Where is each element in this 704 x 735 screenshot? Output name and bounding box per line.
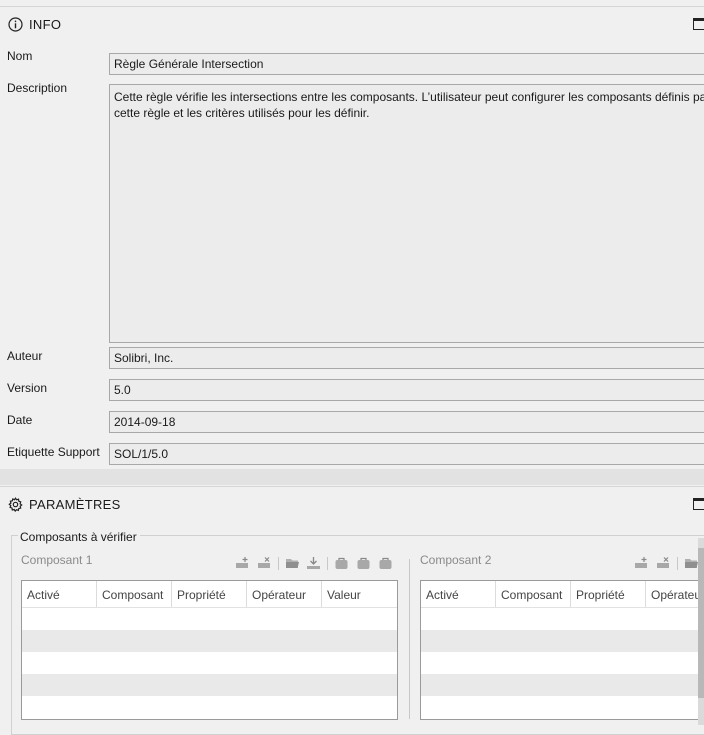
column-header-propriete[interactable]: Propriété bbox=[172, 581, 247, 607]
nom-label: Nom bbox=[7, 49, 32, 63]
table-row[interactable] bbox=[421, 652, 704, 674]
composant-2-table-header: Activé Composant Propriété Opérateur bbox=[421, 581, 704, 608]
date-field[interactable]: 2014-09-18 bbox=[109, 411, 704, 433]
toolbar-separator bbox=[327, 557, 328, 570]
parametres-panel-title: PARAMÈTRES bbox=[29, 497, 121, 512]
panel-separator bbox=[0, 469, 704, 485]
column-header-active[interactable]: Activé bbox=[421, 581, 496, 607]
table-row[interactable] bbox=[421, 674, 704, 696]
composant-2-title: Composant 2 bbox=[420, 553, 491, 567]
composant-1-table[interactable]: Activé Composant Propriété Opérateur Val… bbox=[21, 580, 398, 720]
table-row[interactable] bbox=[22, 630, 397, 652]
gear-icon bbox=[8, 497, 23, 512]
nom-field[interactable]: Règle Générale Intersection bbox=[109, 53, 704, 75]
column-header-operateur[interactable]: Opérateur bbox=[247, 581, 322, 607]
delete-row-icon[interactable] bbox=[656, 556, 671, 570]
composant-2-table[interactable]: Activé Composant Propriété Opérateur bbox=[420, 580, 704, 720]
column-header-active[interactable]: Activé bbox=[22, 581, 97, 607]
description-label: Description bbox=[7, 81, 67, 95]
table-row[interactable] bbox=[22, 652, 397, 674]
column-header-composant[interactable]: Composant bbox=[97, 581, 172, 607]
window-restore-icon[interactable] bbox=[693, 18, 704, 30]
scrollbar-thumb[interactable] bbox=[698, 548, 704, 698]
description-field[interactable]: Cette règle vérifie les intersections en… bbox=[109, 84, 704, 343]
folder-open-icon[interactable] bbox=[285, 556, 300, 570]
table-row[interactable] bbox=[22, 674, 397, 696]
column-header-propriete[interactable]: Propriété bbox=[571, 581, 646, 607]
table-row[interactable] bbox=[421, 630, 704, 652]
folder-open-icon[interactable] bbox=[684, 556, 699, 570]
version-field[interactable]: 5.0 bbox=[109, 379, 704, 401]
etiquette-support-field[interactable]: SOL/1/5.0 bbox=[109, 443, 704, 465]
parametres-panel-header[interactable]: PARAMÈTRES bbox=[0, 487, 704, 521]
import-icon[interactable] bbox=[306, 556, 321, 570]
info-panel-title: INFO bbox=[29, 17, 61, 32]
toolbar-separator bbox=[677, 557, 678, 570]
parametres-panel: PARAMÈTRES Composants à vérifier Composa… bbox=[0, 486, 704, 726]
info-panel-header[interactable]: INFO bbox=[0, 7, 704, 41]
table-row[interactable] bbox=[22, 696, 397, 718]
bag-icon[interactable] bbox=[334, 556, 349, 570]
auteur-label: Auteur bbox=[7, 349, 42, 363]
info-panel: INFO Nom Règle Générale Intersection Des… bbox=[0, 6, 704, 469]
window-restore-icon[interactable] bbox=[693, 498, 704, 510]
etiquette-support-label: Etiquette Support bbox=[7, 445, 100, 459]
add-row-icon[interactable] bbox=[235, 556, 250, 570]
delete-row-icon[interactable] bbox=[257, 556, 272, 570]
date-label: Date bbox=[7, 413, 32, 427]
column-header-composant[interactable]: Composant bbox=[496, 581, 571, 607]
column-header-operateur[interactable]: Opérateur bbox=[646, 581, 704, 607]
auteur-field[interactable]: Solibri, Inc. bbox=[109, 347, 704, 369]
column-header-valeur[interactable]: Valeur bbox=[322, 581, 398, 607]
vertical-scrollbar[interactable] bbox=[698, 538, 704, 725]
add-row-icon[interactable] bbox=[634, 556, 649, 570]
version-label: Version bbox=[7, 381, 47, 395]
info-circle-icon bbox=[8, 17, 23, 32]
composants-divider bbox=[409, 559, 410, 719]
bag-icon[interactable] bbox=[356, 556, 371, 570]
toolbar-separator bbox=[278, 557, 279, 570]
composants-group-title: Composants à vérifier bbox=[18, 530, 140, 544]
table-row[interactable] bbox=[421, 696, 704, 718]
table-row[interactable] bbox=[22, 608, 397, 630]
composant-1-table-header: Activé Composant Propriété Opérateur Val… bbox=[22, 581, 397, 608]
bag-icon[interactable] bbox=[378, 556, 393, 570]
composant-1-title: Composant 1 bbox=[21, 553, 92, 567]
table-row[interactable] bbox=[421, 608, 704, 630]
